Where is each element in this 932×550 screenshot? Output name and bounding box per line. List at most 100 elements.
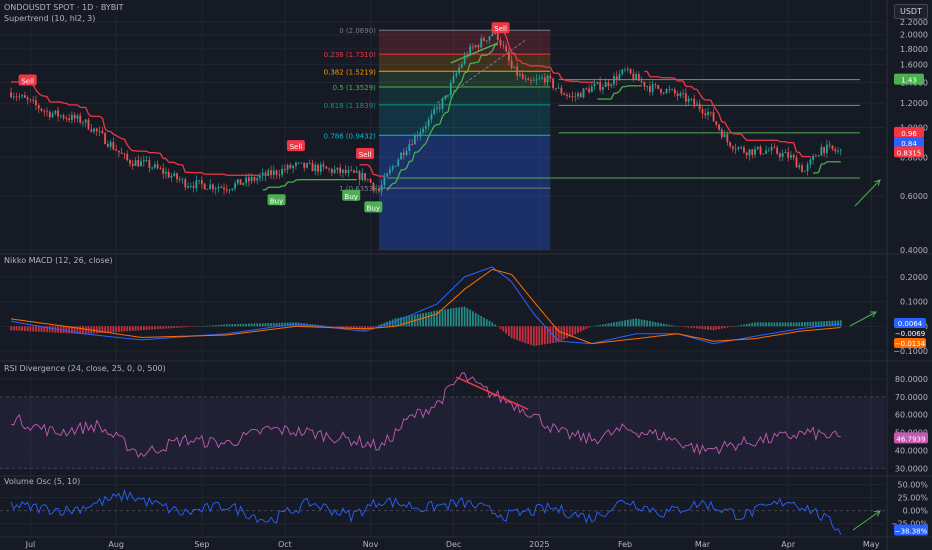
price-candle	[582, 88, 585, 98]
price-candle	[297, 162, 300, 164]
price-candle	[151, 167, 154, 169]
macd-histogram-bar	[684, 326, 687, 328]
macd-histogram-bar	[214, 325, 217, 327]
macd-histogram-bar	[781, 322, 784, 327]
price-candle	[734, 148, 737, 150]
fib-level-label: 0.618 (1.1839)	[324, 102, 376, 110]
price-candle	[59, 115, 62, 117]
macd-histogram-bar	[834, 320, 837, 327]
macd-histogram-bar	[120, 326, 123, 332]
macd-histogram-bar	[95, 326, 98, 334]
macd-histogram-bar	[181, 326, 184, 328]
macd-histogram-bar	[640, 319, 643, 327]
price-candle	[754, 149, 756, 155]
supertrend-line	[110, 130, 114, 135]
macd-histogram-bar	[566, 326, 568, 339]
supertrend-indicator-label[interactable]: Supertrend (10, hl2, 3)	[4, 14, 95, 23]
price-candle	[394, 165, 397, 167]
price-candle	[198, 180, 201, 181]
price-candle	[112, 142, 115, 150]
macd-histogram-bar	[267, 323, 270, 327]
macd-histogram-bar	[253, 323, 256, 327]
price-candle	[787, 152, 790, 158]
price-candle	[602, 87, 604, 90]
macd-histogram-bar	[720, 326, 723, 329]
price-candle	[590, 86, 593, 93]
price-candle	[82, 122, 84, 124]
macd-histogram-bar	[784, 322, 787, 327]
rsi-axis-tick-label: 80.0000	[895, 375, 928, 384]
price-candle	[715, 121, 718, 125]
price-candle	[339, 167, 342, 173]
volume-osc-axis-tick-label: 25.00%	[897, 494, 928, 503]
time-axis-tick-label: Nov	[363, 540, 379, 549]
macd-histogram-bar	[65, 326, 68, 334]
macd-histogram-bar	[701, 326, 704, 330]
price-candle	[391, 166, 394, 170]
macd-histogram-bar	[496, 326, 499, 327]
macd-histogram-bar	[372, 326, 375, 328]
macd-histogram-bar	[729, 326, 732, 328]
macd-histogram-bar	[776, 322, 779, 327]
price-candle	[751, 149, 754, 155]
price-candle	[701, 109, 704, 114]
macd-histogram-bar	[430, 311, 433, 327]
price-candle	[613, 76, 615, 85]
price-candle	[516, 66, 519, 76]
supertrend-line	[292, 179, 297, 183]
price-axis-tick-label: 2.0000	[900, 31, 928, 40]
price-candle	[109, 142, 112, 147]
macd-axis-tick-label: −0.1000	[893, 347, 928, 356]
supertrend-line	[76, 104, 81, 108]
macd-histogram-bar	[203, 325, 206, 327]
time-axis-tick-label: Apr	[781, 540, 796, 549]
macd-histogram-bar	[660, 323, 662, 327]
macd-histogram-bar	[803, 322, 806, 327]
price-candle	[720, 129, 723, 138]
supertrend-line	[223, 173, 228, 176]
macd-histogram-bar	[513, 326, 516, 340]
macd-histogram-bar	[814, 321, 817, 327]
price-candle	[552, 78, 555, 89]
price-candle	[148, 159, 151, 168]
supertrend-line	[265, 186, 269, 191]
price-candle	[220, 187, 223, 188]
price-candle	[566, 94, 568, 96]
macd-histogram-bar	[745, 323, 748, 327]
currency-button[interactable]: USDT	[894, 4, 928, 19]
price-candle	[579, 93, 582, 98]
price-candle	[377, 188, 380, 192]
macd-indicator-label[interactable]: Nikko MACD (12, 26, close)	[4, 256, 113, 265]
price-candle	[239, 179, 242, 185]
price-candle	[142, 160, 145, 162]
price-candle	[65, 118, 68, 120]
price-candle	[104, 133, 106, 144]
supertrend-line	[715, 109, 720, 115]
buy-signal-label: Buy	[270, 197, 283, 205]
macd-histogram-bar	[322, 325, 325, 327]
volume-osc-indicator-label[interactable]: Volume Osc (5, 10)	[4, 477, 80, 486]
price-candle	[118, 150, 120, 153]
supertrend-line	[740, 133, 745, 138]
chart-canvas[interactable]: Jul Aug Sep Oct Nov Dec 2025 Feb Mar Apr May 2.2000…	[0, 0, 932, 550]
macd-histogram-bar	[206, 325, 209, 327]
price-candle	[253, 177, 256, 181]
price-candle	[549, 75, 552, 79]
macd-histogram-bar	[773, 322, 776, 327]
price-candle	[181, 179, 184, 180]
price-candle	[342, 169, 344, 173]
rsi-indicator-label[interactable]: RSI Divergence (24, close, 25, 0, 0, 500…	[4, 364, 166, 373]
price-candle	[430, 113, 433, 120]
price-candle	[477, 45, 480, 48]
macd-histogram-bar	[184, 326, 187, 328]
price-candle	[521, 74, 524, 79]
macd-histogram-bar	[718, 326, 720, 330]
macd-histogram-bar	[637, 318, 640, 327]
time-axis-tick-label: Mar	[695, 540, 711, 549]
macd-axis-tick-label: 0.2000	[900, 273, 928, 282]
price-candle	[723, 134, 726, 138]
macd-histogram-bar	[239, 323, 242, 327]
macd-histogram-bar	[145, 326, 148, 330]
macd-histogram-bar	[264, 323, 267, 327]
price-candle	[748, 149, 751, 156]
